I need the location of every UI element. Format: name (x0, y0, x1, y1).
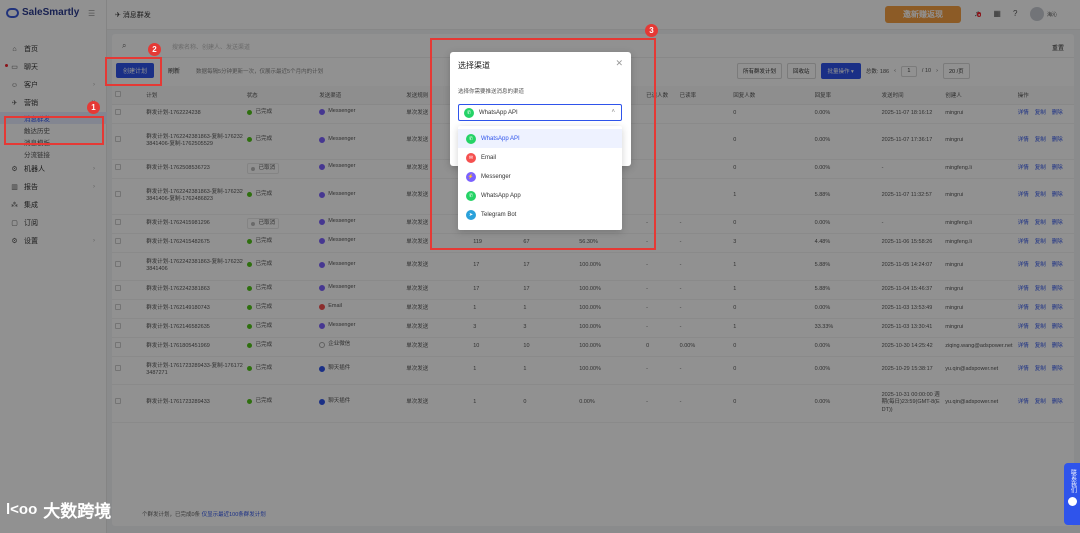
annotation-1: 1 (87, 101, 100, 114)
channel-option-icon: ➤ (466, 209, 476, 220)
annotation-2: 2 (148, 43, 161, 56)
annotation-3: 3 (645, 24, 658, 37)
channel-option[interactable]: ✆ WhatsApp API (458, 129, 622, 148)
channel-option[interactable]: ➤ Telegram Bot (458, 205, 622, 224)
modal-label: 选择你需要推送消息的渠道 (458, 89, 525, 95)
chat-icon (1067, 497, 1077, 506)
channel-option[interactable]: ✆ WhatsApp App (458, 186, 622, 205)
channel-option-icon: ✆ (466, 190, 476, 201)
channel-option-icon: ✉ (466, 152, 476, 163)
modal-title: 选择渠道 (458, 61, 490, 70)
channel-select[interactable]: ✆ WhatsApp API ˄ (458, 104, 622, 121)
watermark: l<oo 大数跨境 (6, 497, 111, 522)
channel-dropdown: ✆ WhatsApp API ✉ Email ⚡ Messenger ✆ WhatsApp A… (458, 126, 622, 230)
close-icon[interactable]: ✕ (615, 58, 623, 69)
channel-option-icon: ⚡ (466, 171, 476, 182)
whatsapp-icon: ✆ (464, 107, 474, 118)
selected-channel: WhatsApp API (479, 109, 518, 116)
channel-option[interactable]: ⚡ Messenger (458, 167, 622, 186)
channel-option-icon: ✆ (466, 133, 476, 144)
watermark-logo: l<oo (6, 501, 38, 518)
watermark-text: 大数跨境 (43, 502, 112, 521)
chevron-down-icon: ˄ (611, 109, 615, 115)
contact-us-button[interactable]: 联系我们 (1064, 463, 1080, 525)
channel-option[interactable]: ✉ Email (458, 148, 622, 167)
